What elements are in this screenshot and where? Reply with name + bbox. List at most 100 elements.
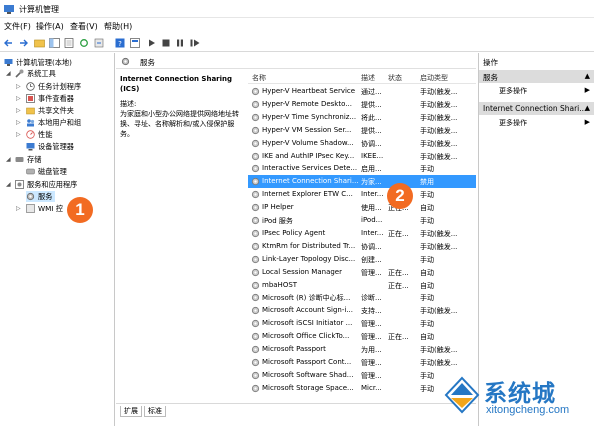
- service-row[interactable]: Hyper-V Volume Shadow... 协调... 手动(触发...: [248, 137, 476, 150]
- description-label: 描述:: [120, 100, 137, 108]
- tree-wmi[interactable]: WMI 控: [26, 203, 63, 214]
- expand-icon[interactable]: ▷: [16, 131, 21, 138]
- pause-icon[interactable]: [174, 37, 186, 49]
- actions-pane: 操作 服务 ▲ 更多操作 ▶ Internet Connection Shari…: [478, 53, 594, 426]
- service-desc: Micr...: [361, 383, 382, 392]
- submenu-arrow-icon[interactable]: ▶: [585, 118, 590, 126]
- service-row[interactable]: IPsec Policy Agent Inter... 正在... 手动(触发...: [248, 227, 476, 240]
- col-status[interactable]: 状态: [388, 73, 402, 83]
- service-row[interactable]: mbaHOST 正在... 自动: [248, 279, 476, 292]
- submenu-arrow-icon[interactable]: ▶: [585, 86, 590, 94]
- restart-icon[interactable]: [189, 37, 201, 49]
- expand-icon[interactable]: ▷: [16, 107, 21, 114]
- collapse-icon[interactable]: ◢: [6, 156, 11, 163]
- service-row[interactable]: Link-Layer Topology Disc... 创建... 手动: [248, 253, 476, 266]
- service-startup: 手动: [420, 255, 434, 264]
- col-name[interactable]: 名称: [252, 73, 266, 83]
- expand-icon[interactable]: ▷: [16, 205, 21, 212]
- service-row[interactable]: Hyper-V Time Synchroniz... 将此... 手动(触发...: [248, 111, 476, 124]
- tree-task-scheduler[interactable]: 任务计划程序: [26, 81, 81, 92]
- tree-event-viewer-label: 事件查看器: [38, 93, 74, 103]
- tree-disk-management[interactable]: 磁盘管理: [26, 166, 67, 177]
- menu-help[interactable]: 帮助(H): [104, 21, 132, 32]
- collapse-icon[interactable]: ◢: [6, 70, 11, 77]
- tree-storage[interactable]: 存储: [15, 154, 41, 165]
- service-desc: Inter...: [361, 228, 384, 237]
- service-row[interactable]: Microsoft Office ClickTo... 管理... 正在... 自动: [248, 330, 476, 343]
- menu-file[interactable]: 文件(F): [4, 21, 31, 32]
- actions-section-selected[interactable]: Internet Connection Shari...: [479, 102, 594, 115]
- service-row[interactable]: Local Session Manager 管理... 正在... 自动: [248, 266, 476, 279]
- view-icon[interactable]: [129, 37, 141, 49]
- service-description-panel: Internet Connection Sharing (ICS) 描述: 为家…: [120, 74, 246, 139]
- toolbar: ?: [0, 34, 594, 52]
- service-desc: 管理...: [361, 333, 382, 342]
- more-actions-1[interactable]: 更多操作: [499, 86, 527, 96]
- menu-action[interactable]: 操作(A): [36, 21, 64, 32]
- expand-icon[interactable]: ▷: [16, 95, 21, 102]
- service-gear-icon: [251, 307, 260, 315]
- collapse-icon[interactable]: ◢: [6, 181, 11, 188]
- help-icon[interactable]: ?: [114, 37, 126, 49]
- service-row[interactable]: Hyper-V Remote Deskto... 提供... 手动(触发...: [248, 98, 476, 111]
- service-gear-icon: [251, 229, 260, 237]
- service-row[interactable]: Hyper-V VM Session Ser... 提供... 手动(触发...: [248, 124, 476, 137]
- event-log-icon: [26, 94, 35, 103]
- menu-view[interactable]: 查看(V): [70, 21, 98, 32]
- service-row[interactable]: Hyper-V Heartbeat Service 通过... 手动(触发...: [248, 85, 476, 98]
- xitongcheng-logo-icon: [444, 376, 480, 414]
- tree-local-users[interactable]: 本地用户和组: [26, 117, 81, 128]
- properties-icon[interactable]: [63, 37, 75, 49]
- tree-performance[interactable]: 性能: [26, 129, 52, 140]
- actions-section-services[interactable]: 服务: [479, 70, 594, 83]
- services-apps-icon: [15, 180, 24, 189]
- window-title: 计算机管理: [19, 5, 59, 14]
- refresh-icon[interactable]: [78, 37, 90, 49]
- tab-standard[interactable]: 标准: [144, 406, 166, 417]
- service-row[interactable]: Internet Connection Shari... 为家... 禁用: [248, 175, 476, 189]
- export-icon[interactable]: [93, 37, 105, 49]
- collapse-arrow-icon[interactable]: ▲: [585, 104, 590, 112]
- service-row[interactable]: KtmRm for Distributed Tr... 协调... 手动(触发...: [248, 240, 476, 253]
- service-name: Microsoft Office ClickTo...: [262, 332, 350, 341]
- service-row[interactable]: Internet Explorer ETW C... Inter... 手动: [248, 188, 476, 201]
- tree-task-scheduler-label: 任务计划程序: [38, 81, 82, 91]
- services-header-title: 服务: [140, 58, 155, 67]
- service-row[interactable]: IP Helper使用...正在...自动: [248, 201, 476, 214]
- up-folder-icon[interactable]: [33, 37, 45, 49]
- service-row[interactable]: Interactive Services Dete... 启用... 手动: [248, 162, 476, 175]
- service-row[interactable]: Microsoft Passport 为用... 手动(触发...: [248, 343, 476, 356]
- back-icon[interactable]: [3, 37, 15, 49]
- col-startup[interactable]: 启动类型: [420, 73, 448, 83]
- service-desc: 管理...: [361, 371, 382, 380]
- tree-system-tools[interactable]: 系统工具: [15, 68, 56, 79]
- forward-icon[interactable]: [17, 37, 29, 49]
- tree-root[interactable]: 计算机管理(本地): [4, 57, 72, 68]
- list-header: ^ 名称 描述 状态 启动类型: [248, 70, 476, 84]
- collapse-arrow-icon[interactable]: ▲: [585, 72, 590, 80]
- tree-services[interactable]: 服务: [26, 191, 56, 202]
- tab-extended[interactable]: 扩展: [120, 406, 142, 417]
- service-row[interactable]: IKE and AuthIP IPsec Key... IKEE... 手动(触发.…: [248, 150, 476, 163]
- col-desc[interactable]: 描述: [361, 73, 375, 83]
- expand-icon[interactable]: ▷: [16, 119, 21, 126]
- service-row[interactable]: Microsoft (R) 诊断中心标... 诊断... 手动: [248, 291, 476, 304]
- service-row[interactable]: Microsoft Passport Cont... 管理... 手动(触发...: [248, 356, 476, 369]
- more-actions-2[interactable]: 更多操作: [499, 118, 527, 128]
- tree-shared-folders[interactable]: 共享文件夹: [26, 105, 74, 116]
- play-icon[interactable]: [146, 37, 158, 49]
- service-gear-icon: [251, 294, 260, 302]
- tree-device-manager[interactable]: 设备管理器: [26, 141, 74, 152]
- service-row[interactable]: iPod 服务 iPod... 手动: [248, 214, 476, 227]
- service-desc: 提供...: [361, 126, 382, 135]
- service-name: Hyper-V Heartbeat Service: [262, 87, 356, 95]
- service-row[interactable]: Microsoft iSCSI Initiator ... 管理... 手动: [248, 317, 476, 330]
- service-startup: 自动: [420, 204, 434, 213]
- console-tree-icon[interactable]: [48, 37, 60, 49]
- tree-event-viewer[interactable]: 事件查看器: [26, 93, 74, 104]
- service-row[interactable]: Microsoft Account Sign-i... 支持... 手动(触发...: [248, 304, 476, 317]
- expand-icon[interactable]: ▷: [16, 83, 21, 90]
- stop-icon[interactable]: [160, 37, 172, 49]
- tree-services-apps[interactable]: 服务和应用程序: [15, 179, 77, 190]
- view-tabs: 扩展 标准: [116, 403, 476, 417]
